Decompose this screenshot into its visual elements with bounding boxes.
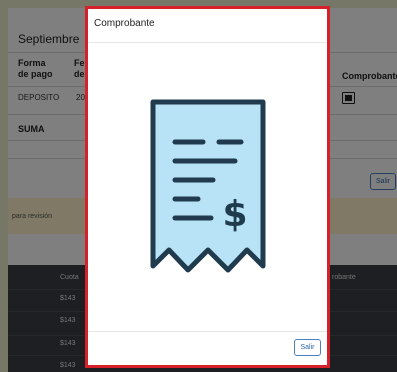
receipt-icon: $ xyxy=(150,99,266,273)
svg-text:$: $ xyxy=(222,194,247,235)
comprobante-modal: Comprobante $ Salir xyxy=(85,6,330,368)
modal-footer: Salir xyxy=(88,331,327,365)
modal-body: $ xyxy=(88,43,327,333)
salir-button[interactable]: Salir xyxy=(294,339,321,356)
modal-title: Comprobante xyxy=(94,18,155,29)
modal-header: Comprobante xyxy=(88,9,327,43)
